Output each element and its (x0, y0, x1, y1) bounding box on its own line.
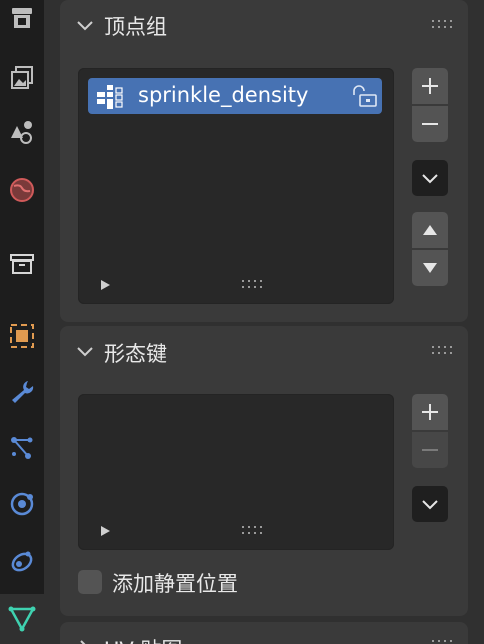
panel-title: 形态键 (104, 342, 167, 366)
triangle-down-icon (423, 263, 437, 273)
shape-keys-header[interactable]: 形态键 (60, 326, 468, 376)
chevron-right-icon[interactable] (75, 638, 95, 644)
add-rest-position-checkbox[interactable] (78, 570, 102, 594)
tab-collection[interactable] (0, 244, 44, 284)
unlock-icon[interactable] (350, 84, 378, 108)
tab-particles[interactable] (0, 428, 44, 468)
play-icon[interactable] (98, 524, 112, 538)
tab-physics[interactable] (0, 484, 44, 524)
triangle-up-icon (423, 225, 437, 235)
chevron-down-icon (422, 174, 438, 184)
tab-constraints[interactable] (0, 540, 44, 580)
add-shape-key-button[interactable] (412, 394, 448, 430)
add-vertex-group-button[interactable] (412, 68, 448, 104)
tab-scene[interactable] (0, 112, 44, 152)
list-resize-grip-icon[interactable] (242, 526, 264, 536)
modifier-icon (12, 381, 34, 403)
output-icon (11, 66, 33, 89)
chevron-down-icon[interactable] (75, 342, 95, 362)
tab-render[interactable] (0, 0, 44, 40)
drag-grip-icon[interactable] (432, 20, 454, 30)
uv-maps-panel: UV 贴图 (60, 622, 468, 644)
shape-key-specials-button[interactable] (412, 486, 448, 522)
vertex-groups-panel: 顶点组 sprinkle_density (60, 0, 468, 322)
panel-title: UV 贴图 (104, 634, 182, 644)
add-rest-position-label[interactable]: 添加静置位置 (112, 568, 238, 598)
shape-keys-panel: 形态键 添加静置位置 (60, 326, 468, 616)
drag-grip-icon[interactable] (432, 346, 454, 356)
vertex-groups-header[interactable]: 顶点组 (60, 0, 468, 50)
drag-grip-icon[interactable] (432, 640, 454, 644)
vertex-group-name: sprinkle_density (138, 83, 309, 107)
physics-icon (10, 492, 34, 516)
properties-tab-strip (0, 0, 44, 644)
remove-shape-key-button[interactable] (412, 432, 448, 468)
particles-icon (11, 437, 33, 459)
tab-modifier[interactable] (0, 372, 44, 412)
shape-key-list[interactable] (78, 394, 394, 550)
constraints-icon (11, 551, 33, 572)
tab-object-data[interactable] (0, 594, 44, 644)
object-data-icon (8, 606, 36, 632)
minus-icon (422, 123, 438, 125)
panel-title: 顶点组 (104, 15, 167, 39)
object-icon (10, 324, 34, 348)
properties-editor: 顶点组 sprinkle_density 形态键 添加静置位置 (0, 0, 484, 644)
world-icon (10, 178, 34, 202)
plus-icon (422, 404, 438, 420)
vertex-group-icon (97, 85, 123, 109)
tab-object[interactable] (0, 316, 44, 356)
vertex-group-list[interactable]: sprinkle_density (78, 68, 394, 304)
vertex-group-specials-button[interactable] (412, 160, 448, 196)
move-down-button[interactable] (412, 250, 448, 286)
uv-maps-header[interactable]: UV 贴图 (60, 622, 468, 644)
render-icon (12, 8, 32, 28)
list-item[interactable]: sprinkle_density (88, 78, 382, 114)
minus-icon (422, 449, 438, 451)
collection-icon (10, 254, 34, 274)
list-resize-grip-icon[interactable] (242, 280, 264, 290)
tab-world[interactable] (0, 170, 44, 210)
tab-output[interactable] (0, 58, 44, 98)
play-icon[interactable] (98, 278, 112, 292)
scene-icon (11, 121, 32, 144)
chevron-down-icon[interactable] (75, 16, 95, 36)
plus-icon (422, 78, 438, 94)
remove-vertex-group-button[interactable] (412, 106, 448, 142)
move-up-button[interactable] (412, 212, 448, 248)
chevron-down-icon (422, 500, 438, 510)
